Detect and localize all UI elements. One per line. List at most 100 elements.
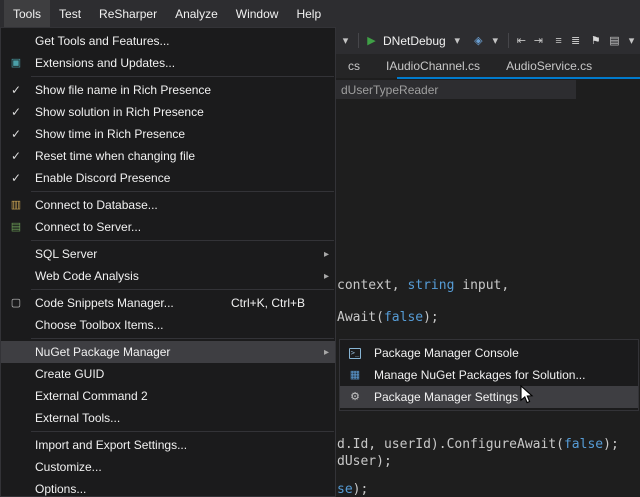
active-tab-underline [397, 77, 640, 79]
attach-icon[interactable]: ◈ [470, 34, 487, 47]
menu-item-manage-nuget-packages-for-solution[interactable]: ▦ Manage NuGet Packages for Solution... [340, 364, 638, 386]
check-icon: ✓ [1, 172, 31, 184]
submenu-arrow-icon: ▸ [317, 271, 335, 282]
nuget-packages-icon: ▦ [350, 370, 360, 381]
menu-item-label: Choose Toolbox Items... [31, 318, 335, 332]
menu-item-label: Manage NuGet Packages for Solution... [370, 368, 638, 382]
menu-item-label: Connect to Database... [31, 198, 335, 212]
code-line-1: Await(false); [337, 310, 439, 325]
toolbar-separator [508, 33, 509, 48]
combo-chevron-icon[interactable]: ▾ [337, 34, 354, 47]
menubar-item-window[interactable]: Window [227, 0, 288, 27]
code-line-2: d.Id, userId).ConfigureAwait(false); [337, 437, 619, 452]
indent-right-icon[interactable]: ⇥ [530, 34, 547, 47]
server-icon: ▤ [1, 222, 31, 233]
code-line-4: se); [337, 482, 368, 497]
menubar-item-test[interactable]: Test [50, 0, 90, 27]
menu-item-options[interactable]: Options... [1, 478, 335, 497]
menu-item-label: Reset time when changing file [31, 149, 335, 163]
code-keyword: false [564, 437, 603, 452]
menu-item-enable-discord-presence[interactable]: ✓Enable Discord Presence [1, 167, 335, 189]
toolbar-separator [358, 33, 359, 48]
code-text: ); [423, 310, 439, 325]
nuget-packages-icon: ▦ [340, 370, 370, 381]
gear-icon: ⚙ [340, 392, 370, 403]
console-icon: >_ [349, 348, 361, 359]
menu-separator [31, 338, 334, 339]
chevron-down-icon[interactable]: ▾ [487, 34, 504, 47]
menu-item-show-time-in-rich-presence[interactable]: ✓Show time in Rich Presence [1, 123, 335, 145]
menu-item-label: Customize... [31, 460, 335, 474]
check-icon: ✓ [1, 128, 31, 140]
code-text: context, [337, 278, 407, 293]
menu-item-reset-time-when-changing-file[interactable]: ✓Reset time when changing file [1, 145, 335, 167]
code-keyword: se [337, 482, 353, 497]
submenu-arrow-icon: ▸ [317, 249, 335, 260]
menu-item-get-tools-and-features[interactable]: Get Tools and Features... [1, 30, 335, 52]
submenu-arrow-icon: ▸ [317, 347, 335, 358]
menu-item-label: Extensions and Updates... [31, 56, 335, 70]
chevron-down-icon[interactable]: ▾ [449, 34, 466, 47]
check-icon: ✓ [1, 106, 31, 118]
menu-item-connect-to-server[interactable]: ▤Connect to Server... [1, 216, 335, 238]
menu-item-connect-to-database[interactable]: ▥Connect to Database... [1, 194, 335, 216]
menu-separator [31, 431, 334, 432]
menu-item-show-file-name-in-rich-presence[interactable]: ✓ Show file name in Rich Presence [1, 79, 335, 101]
menu-item-show-solution-in-rich-presence[interactable]: ✓Show solution in Rich Presence [1, 101, 335, 123]
menubar-item-analyze[interactable]: Analyze [166, 0, 227, 27]
menu-item-create-guid[interactable]: Create GUID [1, 363, 335, 385]
menu-item-external-tools[interactable]: External Tools... [1, 407, 335, 429]
menu-item-label: Package Manager Console [370, 346, 638, 360]
menubar-item-resharper[interactable]: ReSharper [90, 0, 166, 27]
code-line-0: context, string input, [337, 278, 509, 293]
menu-item-label: Import and Export Settings... [31, 438, 335, 452]
menu-item-customize[interactable]: Customize... [1, 456, 335, 478]
menu-item-label: Show time in Rich Presence [31, 127, 335, 141]
debug-target-label[interactable]: DNetDebug [383, 34, 446, 48]
menu-item-web-code-analysis[interactable]: Web Code Analysis▸ [1, 265, 335, 287]
menu-item-label: SQL Server [31, 247, 317, 261]
menu-item-package-manager-console[interactable]: >_ Package Manager Console [340, 342, 638, 364]
menubar-item-tools[interactable]: Tools [4, 0, 50, 27]
server-icon: ▤ [11, 222, 21, 233]
menu-item-external-command-2[interactable]: External Command 2 [1, 385, 335, 407]
gear-icon: ⚙ [350, 392, 360, 403]
check-icon: ✓ [1, 84, 31, 96]
menu-item-label: Create GUID [31, 367, 335, 381]
editor-navigation-bar[interactable]: dUserTypeReader [335, 80, 576, 99]
line-list-alt-icon[interactable]: ≣ [567, 34, 584, 47]
menu-item-sql-server[interactable]: SQL Server▸ [1, 243, 335, 265]
code-line-3: dUser); [337, 454, 392, 469]
menu-item-import-and-export-settings[interactable]: Import and Export Settings... [1, 434, 335, 456]
line-list-icon[interactable]: ≡ [550, 35, 567, 47]
menubar-item-help[interactable]: Help [287, 0, 330, 27]
panel-icon[interactable]: ▤ [606, 34, 623, 47]
chevron-down-icon[interactable]: ▾ [623, 34, 640, 47]
start-debug-icon[interactable]: ▶ [363, 34, 380, 47]
menu-item-choose-toolbox-items[interactable]: Choose Toolbox Items... [1, 314, 335, 336]
snippets-icon: ▢ [1, 298, 31, 309]
menu-separator [31, 191, 334, 192]
code-text: Await( [337, 310, 384, 325]
menu-bar: ToolsTestReSharperAnalyzeWindowHelp [0, 0, 640, 27]
menu-separator [31, 289, 334, 290]
menu-item-shortcut: Ctrl+K, Ctrl+B [231, 296, 305, 310]
indent-left-icon[interactable]: ⇤ [513, 34, 530, 47]
menu-item-label: NuGet Package Manager [31, 345, 317, 359]
menu-item-label: Get Tools and Features... [31, 34, 335, 48]
menu-item-label: Show file name in Rich Presence [31, 83, 335, 97]
tab-bar: csIAudioChannel.csAudioService.cs [335, 54, 640, 78]
tab-iaudiochannel-cs[interactable]: IAudioChannel.cs [373, 59, 493, 73]
bookmark-icon[interactable]: ⚑ [587, 34, 604, 47]
navbar-scope-text: dUserTypeReader [341, 83, 438, 97]
menu-item-nuget-package-manager[interactable]: NuGet Package Manager▸ [1, 341, 335, 363]
menu-item-label: Show solution in Rich Presence [31, 105, 335, 119]
check-icon: ✓ [11, 84, 21, 96]
menu-item-label: External Tools... [31, 411, 335, 425]
tab-audioservice-cs[interactable]: AudioService.cs [493, 59, 605, 73]
extensions-icon: ▣ [1, 58, 31, 69]
menu-item-extensions-and-updates[interactable]: ▣Extensions and Updates... [1, 52, 335, 74]
menu-item-package-manager-settings[interactable]: ⚙Package Manager Settings [340, 386, 638, 408]
menu-item-code-snippets-manager[interactable]: ▢Code Snippets Manager...Ctrl+K, Ctrl+B [1, 292, 335, 314]
tab-cs[interactable]: cs [335, 59, 373, 73]
